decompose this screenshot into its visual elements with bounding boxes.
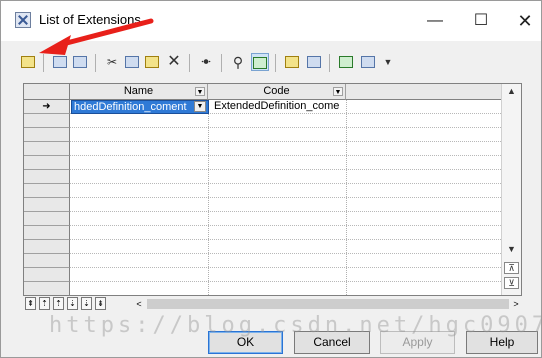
cancel-button[interactable]: Cancel bbox=[294, 331, 370, 354]
enable-filter-icon[interactable] bbox=[251, 53, 269, 71]
column-name-dropdown-icon[interactable]: ▼ bbox=[195, 87, 205, 96]
row-header[interactable] bbox=[24, 254, 70, 268]
help-button[interactable]: Help bbox=[466, 331, 538, 354]
row-header[interactable] bbox=[24, 170, 70, 184]
cut-icon[interactable]: ✂ bbox=[103, 53, 121, 71]
scroll-left-icon[interactable]: < bbox=[133, 298, 145, 310]
table-row[interactable] bbox=[24, 142, 501, 156]
row-header[interactable] bbox=[24, 156, 70, 170]
row-header[interactable] bbox=[24, 184, 70, 198]
minimize-button[interactable]: — bbox=[415, 7, 455, 35]
vertical-scrollbar[interactable]: ▲ ▼ ⊼ ⊻ bbox=[501, 84, 521, 295]
name-cell-dropdown-icon[interactable]: ▼ bbox=[194, 101, 206, 112]
row-header[interactable] bbox=[24, 212, 70, 226]
column-code-dropdown-icon[interactable]: ▼ bbox=[333, 87, 343, 96]
scroll-up-icon[interactable]: ▲ bbox=[504, 86, 519, 98]
filter-icon[interactable]: ⚲ bbox=[229, 53, 247, 71]
toolbar-separator bbox=[189, 54, 190, 72]
extensions-dialog: List of Extensions — ☐ ✕ ✂ ✕ ꔹ ⚲ ▼ Name … bbox=[0, 0, 542, 358]
table-row[interactable] bbox=[24, 184, 501, 198]
table-row[interactable] bbox=[24, 212, 501, 226]
table-row[interactable] bbox=[24, 156, 501, 170]
dropdown-icon[interactable]: ▼ bbox=[379, 53, 397, 71]
move-top-icon[interactable]: ⇞ bbox=[25, 297, 36, 310]
table-row[interactable] bbox=[24, 268, 501, 282]
copy-icon[interactable] bbox=[123, 53, 141, 71]
toolbar-separator bbox=[43, 54, 44, 72]
window-title: List of Extensions bbox=[39, 12, 141, 27]
export-icon[interactable] bbox=[283, 53, 301, 71]
column-header-name-label: Name bbox=[123, 85, 154, 97]
move-bottom-icon[interactable]: ⇟ bbox=[95, 297, 106, 310]
row-header[interactable] bbox=[24, 114, 70, 128]
table-row[interactable] bbox=[24, 254, 501, 268]
add-row-icon[interactable] bbox=[51, 53, 69, 71]
table-row[interactable]: ➜ hdedDefinition_coment ▼ ExtendedDefini… bbox=[24, 100, 501, 114]
toolbar-separator bbox=[275, 54, 276, 72]
table-row[interactable] bbox=[24, 170, 501, 184]
move-down-icon[interactable]: ⇣ bbox=[67, 297, 78, 310]
name-cell-editor[interactable]: hdedDefinition_coment bbox=[71, 100, 209, 114]
ok-button[interactable]: OK bbox=[208, 331, 283, 354]
row-header[interactable] bbox=[24, 268, 70, 282]
row-header[interactable] bbox=[24, 226, 70, 240]
table-row[interactable] bbox=[24, 282, 501, 295]
row-header[interactable] bbox=[24, 198, 70, 212]
move-page-up-icon[interactable]: ⇡ bbox=[39, 297, 50, 310]
print-icon[interactable] bbox=[359, 53, 377, 71]
import-icon[interactable] bbox=[305, 53, 323, 71]
row-header[interactable] bbox=[24, 128, 70, 142]
paste-icon[interactable] bbox=[143, 53, 161, 71]
toolbar: ✂ ✕ ꔹ ⚲ ▼ bbox=[15, 51, 475, 75]
insert-row-icon[interactable] bbox=[71, 53, 89, 71]
scroll-down-icon[interactable]: ▼ bbox=[504, 244, 519, 256]
row-header[interactable] bbox=[24, 142, 70, 156]
app-icon bbox=[15, 12, 31, 28]
move-up-icon[interactable]: ⇡ bbox=[53, 297, 64, 310]
column-header-name[interactable]: Name ▼ bbox=[70, 84, 208, 100]
row-marker-arrow-icon: ➜ bbox=[24, 100, 70, 114]
table-row[interactable] bbox=[24, 128, 501, 142]
corner-header bbox=[24, 84, 70, 100]
scroll-bottom-icon[interactable]: ⊻ bbox=[504, 277, 519, 289]
scroll-top-icon[interactable]: ⊼ bbox=[504, 262, 519, 274]
column-header-blank bbox=[346, 84, 501, 100]
move-page-down-icon[interactable]: ⇣ bbox=[81, 297, 92, 310]
table-row[interactable] bbox=[24, 114, 501, 128]
scroll-right-icon[interactable]: > bbox=[510, 298, 522, 310]
table-row[interactable] bbox=[24, 198, 501, 212]
table-row[interactable] bbox=[24, 240, 501, 254]
extensions-grid: Name ▼ Code ▼ ➜ hdedDefinition_coment ▼ … bbox=[23, 83, 522, 296]
row-header[interactable] bbox=[24, 240, 70, 254]
row-navigation: ⇞ ⇡ ⇡ ⇣ ⇣ ⇟ < > bbox=[23, 297, 522, 311]
toolbar-separator bbox=[95, 54, 96, 72]
title-bar: List of Extensions — ☐ ✕ bbox=[1, 1, 541, 41]
column-header-code[interactable]: Code ▼ bbox=[208, 84, 346, 100]
toolbar-separator bbox=[221, 54, 222, 72]
column-header-code-label: Code bbox=[263, 85, 290, 97]
delete-icon[interactable]: ✕ bbox=[165, 53, 183, 71]
excel-icon[interactable] bbox=[337, 53, 355, 71]
find-icon[interactable]: ꔹ bbox=[197, 53, 215, 71]
maximize-button[interactable]: ☐ bbox=[461, 7, 501, 35]
horizontal-scroll-thumb[interactable] bbox=[147, 299, 509, 309]
close-button[interactable]: ✕ bbox=[505, 7, 542, 35]
apply-button[interactable]: Apply bbox=[380, 331, 455, 354]
code-cell[interactable]: ExtendedDefinition_come bbox=[211, 100, 347, 114]
toolbar-separator bbox=[329, 54, 330, 72]
table-row[interactable] bbox=[24, 226, 501, 240]
properties-icon[interactable] bbox=[19, 53, 37, 71]
row-header[interactable] bbox=[24, 282, 70, 295]
horizontal-scrollbar[interactable]: < > bbox=[133, 298, 522, 310]
